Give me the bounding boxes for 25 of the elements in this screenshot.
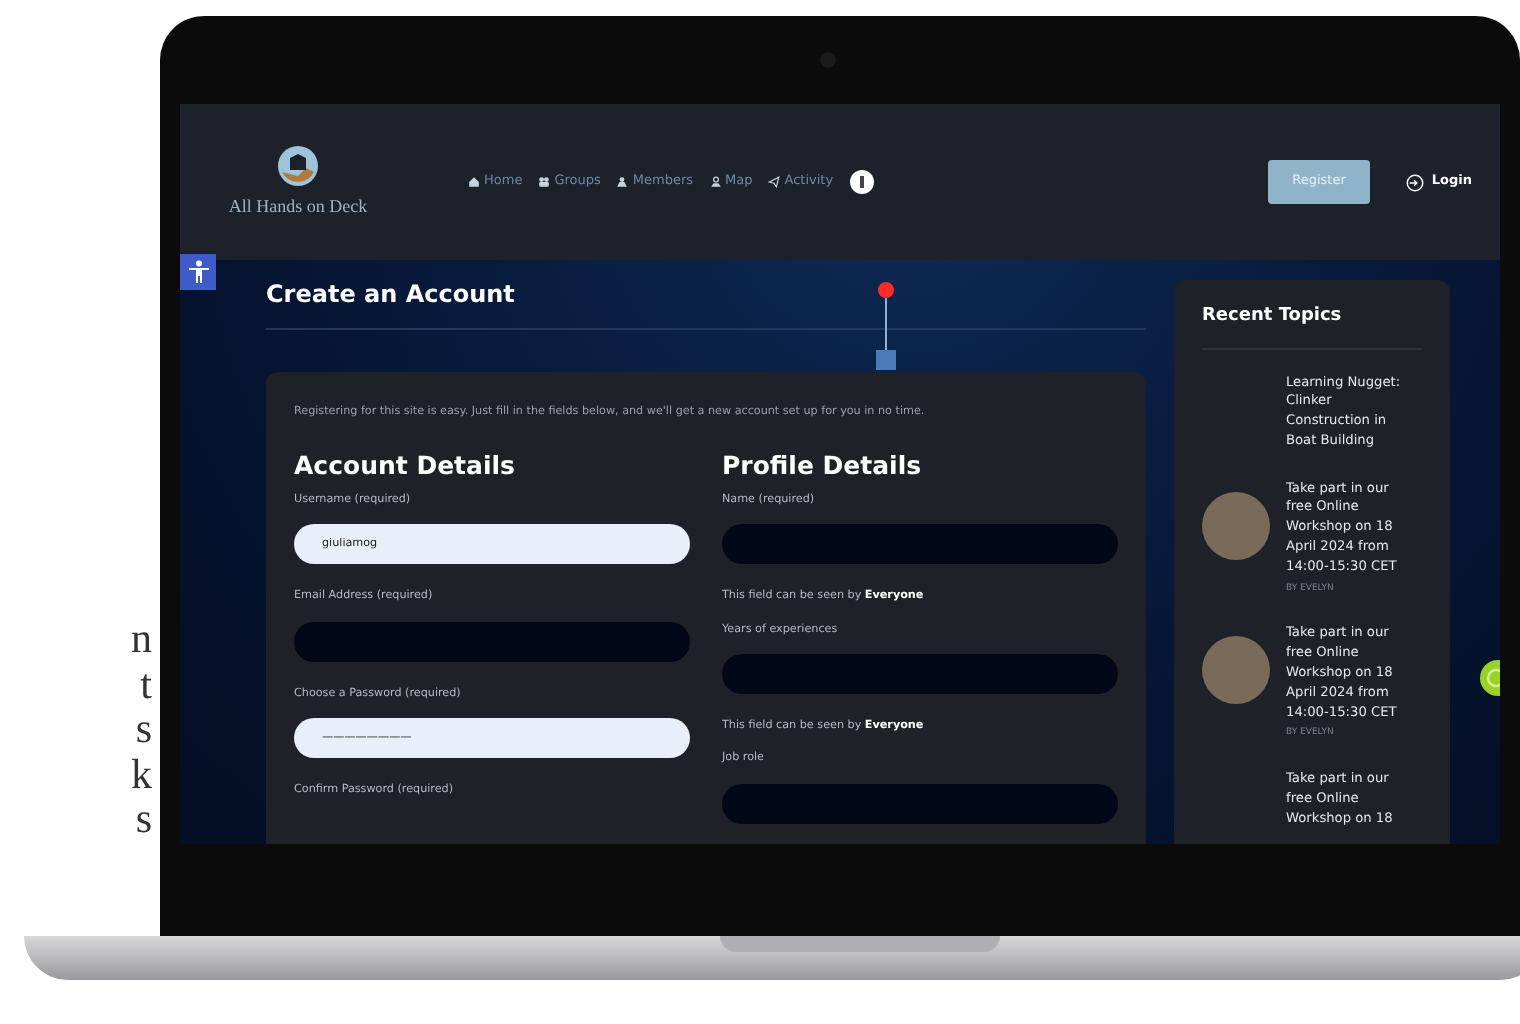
page-title: Create an Account xyxy=(266,280,1146,331)
section-heading: Profile Details xyxy=(722,449,924,480)
input-field[interactable] xyxy=(722,653,1118,694)
text-fragment: n xyxy=(129,616,152,661)
text-fragment: s xyxy=(133,796,152,841)
paper-plane-icon xyxy=(768,176,781,188)
section-heading: Account Details xyxy=(294,449,517,480)
input-field[interactable] xyxy=(722,524,1118,565)
person-icon xyxy=(187,260,209,284)
logo-text: All Hands on Deck xyxy=(228,193,368,220)
text-fragment: s xyxy=(133,706,152,751)
text-fragment: t xyxy=(138,661,152,706)
person-pin-icon xyxy=(709,176,722,188)
logo-icon[interactable] xyxy=(276,143,320,188)
accessibility-button[interactable] xyxy=(180,254,216,290)
antenna-drawing xyxy=(870,280,902,370)
home-icon xyxy=(468,176,480,188)
people-icon xyxy=(538,176,551,188)
sidebar-title: Recent Topics xyxy=(1202,304,1422,349)
text-fragment: k xyxy=(129,751,152,796)
person-icon xyxy=(616,176,629,188)
input-field[interactable] xyxy=(294,621,690,662)
notification-icon[interactable] xyxy=(849,170,874,194)
input-field[interactable] xyxy=(722,783,1118,824)
login-icon xyxy=(1405,173,1424,191)
